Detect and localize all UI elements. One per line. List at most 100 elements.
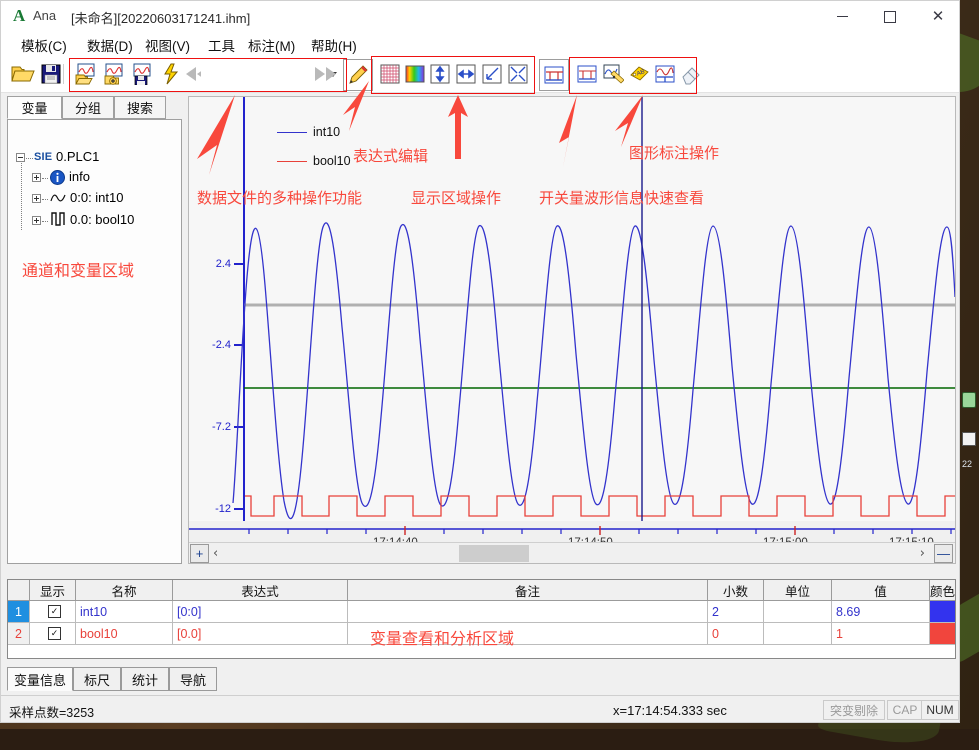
table-row-1-decimals[interactable]: 2 (708, 601, 764, 623)
arrow-display-area-ops (448, 95, 468, 159)
table-header-decimals[interactable]: 小数 (708, 580, 764, 601)
tree-node-info-label[interactable]: info (69, 169, 90, 184)
tab-navigation[interactable]: 导航 (169, 667, 217, 691)
variable-tree[interactable]: SIE 0.PLC1 info 0:0: int10 0.0: bool10 通… (7, 119, 182, 564)
data-open-icon (75, 63, 95, 85)
table-row-2-decimals[interactable]: 0 (708, 623, 764, 645)
cursor-position-label: x=17:14:54.333 sec (613, 703, 727, 718)
collapse-icon (508, 64, 528, 84)
bool-wave-button[interactable] (539, 59, 569, 91)
table-header-color[interactable]: 颜色 (930, 580, 955, 601)
series-int10-path (232, 222, 955, 520)
save-button[interactable] (37, 60, 65, 88)
fit-horizontal-button[interactable] (452, 60, 480, 88)
scroll-thumb[interactable] (459, 545, 529, 562)
open-folder-button[interactable] (9, 60, 37, 88)
fit-vertical-button[interactable] (426, 60, 454, 88)
tab-ruler[interactable]: 标尺 (73, 667, 121, 691)
zoom-fit-button[interactable] (504, 60, 532, 88)
table-row-1-index[interactable]: 1 (8, 601, 30, 623)
forward-icon (315, 67, 336, 81)
table-header-remark[interactable]: 备注 (348, 580, 708, 601)
variable-table[interactable]: 显示 名称 表达式 备注 小数 单位 值 颜色 1 ✓ int10 [0:0] … (7, 579, 956, 659)
table-row-1-color-swatch[interactable] (930, 601, 955, 623)
chart-scroll-bar[interactable]: + ‹ › — (189, 542, 955, 563)
app-name-label: Ana (33, 8, 57, 23)
color-palette-button[interactable] (401, 60, 429, 88)
annot-wave-icon (577, 65, 597, 83)
table-header-show[interactable]: 显示 (30, 580, 76, 601)
table-row-1-expression[interactable]: [0:0] (173, 601, 348, 623)
anno-channel-variable-area: 通道和变量区域 (22, 263, 135, 280)
table-header-value[interactable]: 值 (832, 580, 930, 601)
tree-root-collapse-toggle[interactable] (16, 153, 25, 162)
document-title-label: [未命名][20220603171241.ihm] (71, 11, 251, 26)
tree-node-int10-expand[interactable] (32, 194, 41, 203)
status-pane-caps: CAP (887, 700, 923, 720)
maximize-button[interactable] (867, 1, 913, 32)
table-row-2-index[interactable]: 2 (8, 623, 30, 645)
tab-variable-info[interactable]: 变量信息 (7, 667, 73, 691)
minimize-icon (836, 16, 848, 17)
data-add-button[interactable] (101, 60, 129, 88)
tab-groups[interactable]: 分组 (62, 96, 114, 119)
close-button[interactable]: ✕ (915, 1, 959, 32)
anno-graph-annotation-ops: 图形标注操作 (629, 145, 720, 162)
table-row-1-name[interactable]: int10 (76, 601, 173, 623)
data-save-button[interactable] (129, 60, 157, 88)
tree-root-label[interactable]: 0.PLC1 (56, 149, 99, 164)
digital-wave-icon (50, 210, 67, 232)
menu-tools[interactable]: 工具 (206, 35, 237, 54)
tree-node-info-expand[interactable] (32, 173, 41, 182)
data-open-button[interactable] (73, 60, 101, 88)
zoom-out-button[interactable] (478, 60, 506, 88)
table-row-1-show[interactable]: ✓ (30, 601, 76, 623)
anno-display-area-ops: 显示区域操作 (411, 190, 502, 207)
menu-help[interactable]: 帮助(H) (309, 35, 359, 54)
table-row-1-unit[interactable] (764, 601, 832, 623)
annot-text-button[interactable]: AB (625, 60, 653, 88)
table-row-2-value[interactable]: 1 (832, 623, 930, 645)
next-button[interactable] (311, 60, 339, 88)
table-row-1-remark[interactable] (348, 601, 708, 623)
table-row-2-color-swatch[interactable] (930, 623, 955, 645)
toolbar: AB (1, 56, 959, 94)
refresh-button[interactable] (157, 60, 185, 88)
table-header-expression[interactable]: 表达式 (173, 580, 348, 601)
minimize-button[interactable] (819, 1, 865, 32)
tree-node-bool10-label[interactable]: 0.0: bool10 (70, 212, 134, 227)
table-row-2-name[interactable]: bool10 (76, 623, 173, 645)
menu-view[interactable]: 视图(V) (143, 35, 192, 54)
checkbox-show-bool10[interactable]: ✓ (48, 627, 61, 640)
table-header-name[interactable]: 名称 (76, 580, 173, 601)
scroll-left-icon[interactable]: ‹ (213, 546, 218, 561)
remove-plot-button[interactable]: — (934, 544, 953, 563)
table-row-2-show[interactable]: ✓ (30, 623, 76, 645)
annot-chart-button[interactable] (651, 60, 679, 88)
eraser-button[interactable] (677, 60, 705, 88)
add-plot-button[interactable]: + (190, 544, 209, 563)
menu-bar: 模板(C) 数据(D) 视图(V) 工具 标注(M) 帮助(H) (1, 32, 959, 56)
tree-node-int10-label[interactable]: 0:0: int10 (70, 190, 124, 205)
menu-template[interactable]: 模板(C) (19, 35, 69, 54)
table-header-unit[interactable]: 单位 (764, 580, 832, 601)
table-row-2-expression[interactable]: [0.0] (173, 623, 348, 645)
scroll-right-icon[interactable]: › (920, 546, 925, 561)
status-pane-outlier-removal[interactable]: 突变剔除 (823, 700, 885, 720)
table-row-2-unit[interactable] (764, 623, 832, 645)
table-row-1-value[interactable]: 8.69 (832, 601, 930, 623)
tab-search[interactable]: 搜索 (114, 96, 166, 119)
series-bool10-path (245, 495, 955, 517)
title-bar: A Ana [未命名][20220603171241.ihm] ✕ (1, 1, 959, 33)
menu-annotate[interactable]: 标注(M) (246, 35, 297, 54)
checkbox-show-int10[interactable]: ✓ (48, 605, 61, 618)
shrink-icon (482, 64, 502, 84)
annot-point-button[interactable] (599, 60, 627, 88)
application-window: A Ana [未命名][20220603171241.ihm] ✕ 模板(C) … (0, 0, 960, 723)
annot-wave-button[interactable] (573, 60, 601, 88)
tree-node-bool10-expand[interactable] (32, 216, 41, 225)
menu-data[interactable]: 数据(D) (85, 35, 135, 54)
vert-arrow-icon (430, 64, 450, 84)
tab-statistics[interactable]: 统计 (121, 667, 169, 691)
tab-variables[interactable]: 变量 (7, 96, 62, 119)
